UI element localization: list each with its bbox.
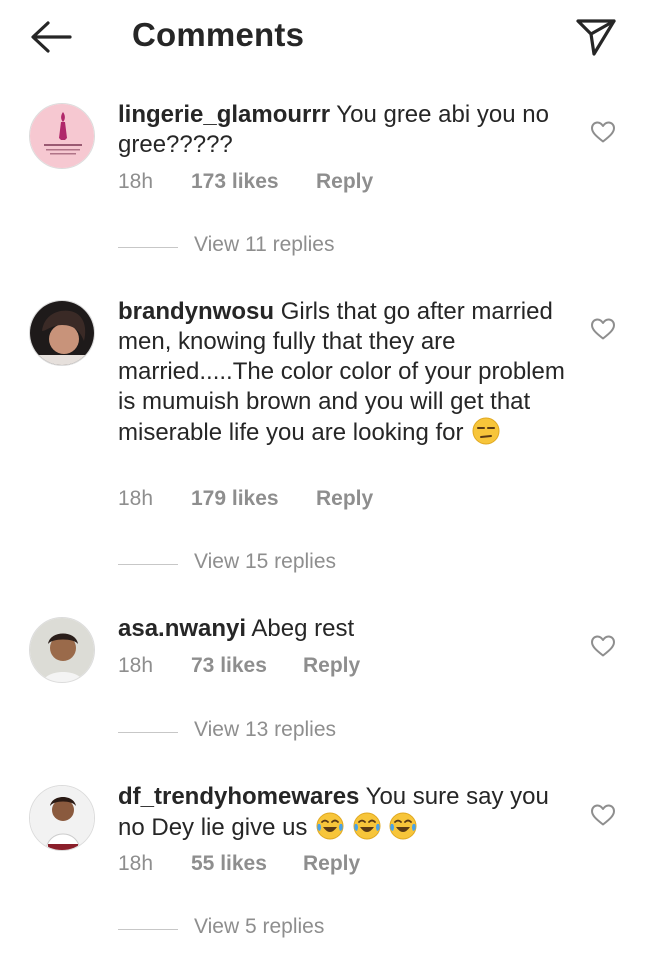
- view-replies-label: View 13 replies: [194, 718, 337, 741]
- comment-text: brandynwosu Girls that go after married …: [118, 297, 574, 448]
- replies-divider: [118, 732, 178, 733]
- page-title: Comments: [132, 16, 305, 53]
- replies-divider: [118, 929, 178, 930]
- paper-plane-icon: [576, 19, 616, 56]
- avatar[interactable]: [29, 103, 95, 169]
- tears-of-joy-emoji: [353, 812, 381, 840]
- comment-username[interactable]: lingerie_glamourrr: [118, 101, 330, 128]
- heart-icon[interactable]: [590, 317, 616, 341]
- replies-divider: [118, 247, 178, 248]
- heart-icon[interactable]: [590, 120, 616, 144]
- view-replies-label: View 15 replies: [194, 550, 337, 573]
- avatar[interactable]: [29, 785, 95, 851]
- reply-button[interactable]: Reply: [303, 852, 360, 876]
- share-button[interactable]: [572, 14, 620, 60]
- likes-count[interactable]: 55 likes: [191, 852, 267, 876]
- replies-divider: [118, 564, 178, 565]
- reply-button[interactable]: Reply: [316, 170, 373, 194]
- back-button[interactable]: [22, 14, 78, 60]
- heart-icon[interactable]: [590, 634, 616, 658]
- reply-button[interactable]: Reply: [316, 487, 373, 511]
- unamused-face-emoji: [472, 417, 500, 445]
- comment-text: asa.nwanyi Abeg rest: [118, 614, 574, 644]
- tears-of-joy-emoji: [389, 812, 417, 840]
- heart-icon[interactable]: [590, 803, 616, 827]
- likes-count[interactable]: 173 likes: [191, 170, 279, 194]
- avatar[interactable]: [29, 617, 95, 683]
- likes-count[interactable]: 179 likes: [191, 487, 279, 511]
- comment-time: 18h: [118, 654, 154, 677]
- view-replies-label: View 11 replies: [194, 233, 335, 256]
- comment-username[interactable]: df_trendyhomewares: [118, 783, 359, 810]
- view-replies-label: View 5 replies: [194, 915, 325, 938]
- arrow-left-icon: [31, 21, 72, 53]
- comment-username[interactable]: asa.nwanyi: [118, 615, 246, 642]
- comment-time: 18h: [118, 170, 154, 193]
- comment-time: 18h: [118, 487, 154, 510]
- comment-text: lingerie_glamourrr You gree abi you no g…: [118, 100, 574, 160]
- comment-body: Abeg rest: [251, 615, 355, 642]
- header-bar: Comments: [0, 0, 654, 78]
- comment-text: df_trendyhomewares You sure say you no D…: [118, 782, 574, 843]
- likes-count[interactable]: 73 likes: [191, 654, 267, 678]
- comment-time: 18h: [118, 852, 154, 875]
- avatar[interactable]: [29, 300, 95, 366]
- reply-button[interactable]: Reply: [303, 654, 360, 678]
- comment-username[interactable]: brandynwosu: [118, 298, 274, 325]
- tears-of-joy-emoji: [316, 812, 344, 840]
